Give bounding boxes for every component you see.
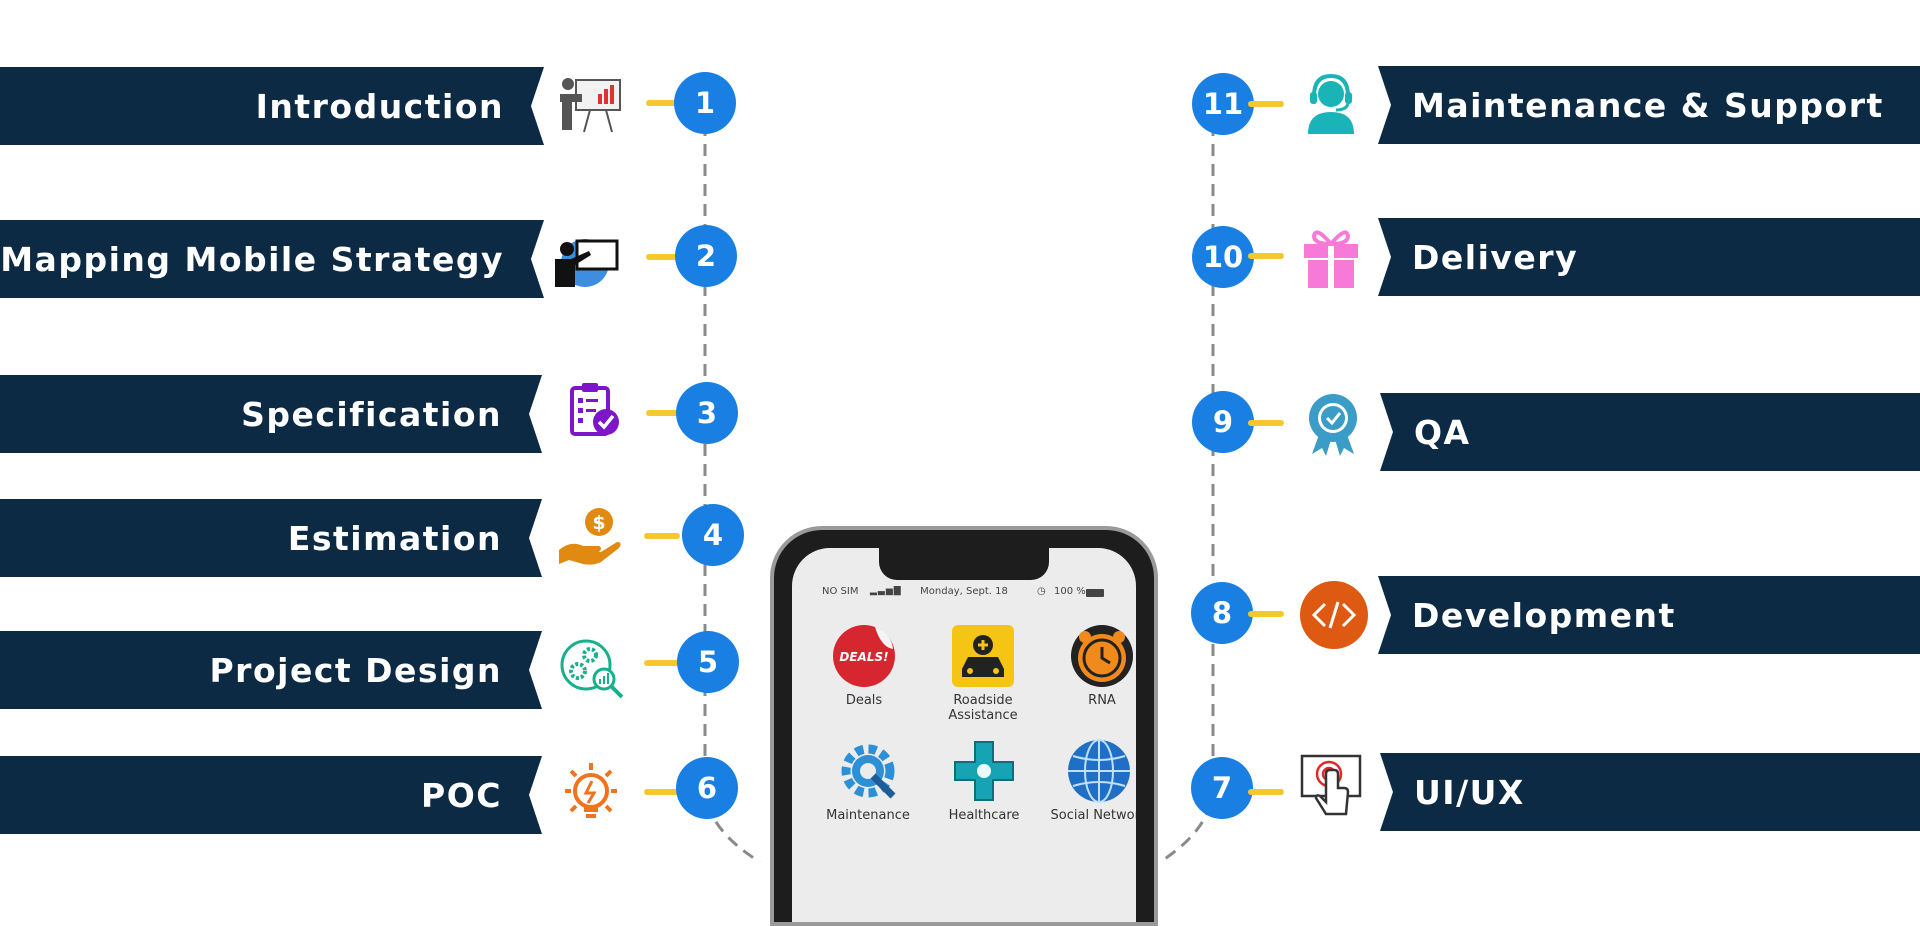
step-banner-specification: Specification [0,375,542,453]
presenter-board-icon [553,225,623,295]
connector [644,660,680,666]
step-label: Mapping Mobile Strategy [0,239,504,279]
app-label: Maintenance [826,808,910,823]
step-label: POC [421,775,502,815]
step-number-3: 3 [676,382,738,444]
headset-support-icon [1296,70,1366,140]
right-dashed-line [1159,104,1215,864]
connector [1248,420,1284,426]
step-label: Estimation [287,518,502,558]
step-banner-maintenance-support: Maintenance & Support [1378,66,1920,144]
step-label: Maintenance & Support [1412,85,1884,125]
step-label: Development [1412,595,1676,635]
svg-text:DEALS!: DEALS! [839,650,888,664]
globe-icon [1066,738,1132,804]
step-banner-ui-ux: UI/UX [1380,753,1920,831]
clock-icon: ◷ [1037,586,1046,597]
step-number-6: 6 [676,757,738,819]
app-rna[interactable]: RNA [1047,623,1136,708]
app-label: Deals [845,693,883,708]
app-label: Roadside Assistance [948,693,1018,723]
connector [1248,789,1284,795]
app-healthcare[interactable]: Healthcare [929,738,1039,823]
gears-search-icon [556,635,626,705]
step-label: Specification [241,394,502,434]
step-number-10: 10 [1192,226,1254,288]
gear-wrench-icon [835,738,901,804]
presentation-icon [556,72,626,142]
step-number-9: 9 [1192,391,1254,453]
battery-text: 100 % [1054,586,1086,597]
connector [1248,611,1284,617]
step-number-2: 2 [675,225,737,287]
clipboard-check-icon [558,378,628,448]
step-number-8: 8 [1191,582,1253,644]
connector [644,533,680,539]
step-label: Project Design [209,650,502,690]
app-label: RNA [1088,693,1116,708]
gift-icon [1296,222,1366,292]
phone-mockup: NO SIM ▂▃▅▇ Monday, Sept. 18 ◷ 100 % DEA… [770,526,1158,926]
step-banner-mapping-mobile-strategy: Mapping Mobile Strategy [0,220,544,298]
step-banner-delivery: Delivery [1378,218,1920,296]
roadside-icon [950,623,1016,689]
deals-icon: DEALS! [831,623,897,689]
app-deals[interactable]: DEALS! Deals [809,623,919,708]
app-social-network[interactable]: Social Network [1044,738,1136,823]
lightbulb-icon [556,759,626,829]
step-label: UI/UX [1414,772,1525,812]
connector [1248,253,1284,259]
connector [644,789,680,795]
badge-check-icon [1298,390,1368,460]
step-number-4: 4 [682,504,744,566]
step-number-7: 7 [1191,757,1253,819]
app-label: Social Network [1050,808,1136,823]
status-bar: NO SIM ▂▃▅▇ Monday, Sept. 18 ◷ 100 % [792,586,1136,602]
step-banner-estimation: Estimation [0,499,542,577]
app-maintenance[interactable]: Maintenance [813,738,923,823]
step-number-5: 5 [677,631,739,693]
healthcare-icon [951,738,1017,804]
svg-text:$: $ [592,512,605,534]
phone-screen: NO SIM ▂▃▅▇ Monday, Sept. 18 ◷ 100 % DEA… [792,548,1136,922]
step-banner-project-design: Project Design [0,631,542,709]
app-label: Healthcare [948,808,1020,823]
step-banner-introduction: Introduction [0,67,544,145]
dollar-hand-icon: $ [555,502,625,572]
step-banner-poc: POC [0,756,542,834]
app-roadside-assistance[interactable]: Roadside Assistance [928,623,1038,723]
step-label: Introduction [255,86,504,126]
step-banner-qa: QA [1380,393,1920,471]
step-number-11: 11 [1192,73,1254,135]
left-dashed-line [703,104,761,864]
step-label: QA [1414,412,1471,452]
touch-screen-icon [1296,752,1366,822]
step-banner-development: Development [1378,576,1920,654]
step-label: Delivery [1412,237,1579,277]
battery-icon [1086,589,1104,597]
alarm-clock-icon [1069,623,1135,689]
phone-notch [879,548,1049,580]
code-icon [1299,580,1369,650]
connector [1248,101,1284,107]
step-number-1: 1 [674,72,736,134]
